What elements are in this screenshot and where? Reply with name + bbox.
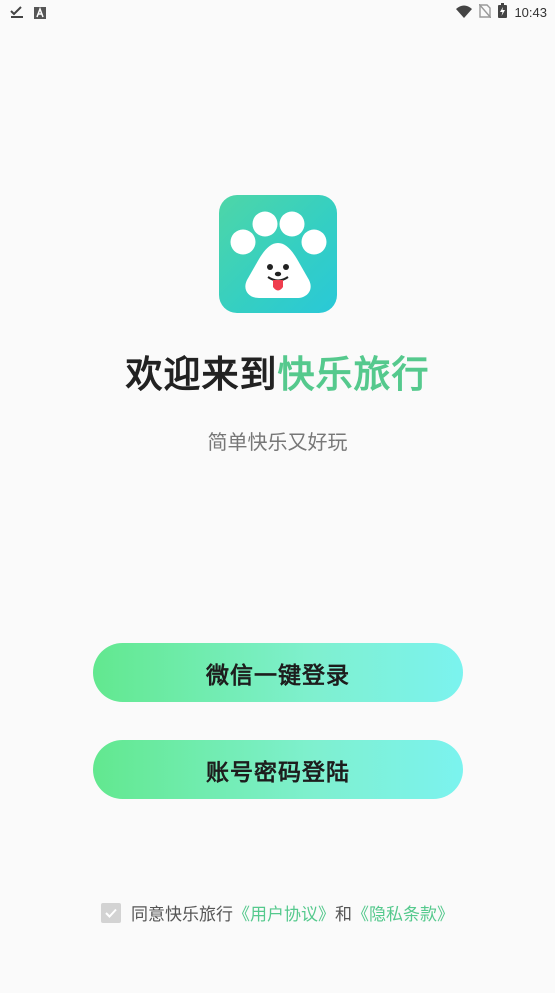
agreement-checkbox[interactable]	[101, 902, 121, 923]
agreement-prefix: 同意快乐旅行	[131, 905, 233, 925]
welcome-title: 欢迎来到快乐旅行	[0, 344, 555, 398]
wechat-login-button[interactable]: 微信一键登录	[93, 643, 463, 702]
paw-dog-icon	[230, 211, 327, 298]
battery-icon	[498, 3, 508, 22]
wifi-icon	[456, 3, 473, 22]
privacy-policy-link[interactable]: 《隐私条款》	[352, 900, 454, 925]
check-icon	[105, 908, 117, 918]
agreement-conjunction: 和	[335, 905, 352, 925]
welcome-prefix: 欢迎来到	[125, 353, 278, 396]
no-sim-icon	[478, 3, 492, 22]
status-time: 10:43	[514, 5, 547, 20]
tagline: 简单快乐又好玩	[207, 430, 348, 454]
agreement-row: 同意快乐旅行 《用户协议》 和 《隐私条款》	[0, 900, 555, 925]
login-screen: 10:43 欢迎来到快乐旅行 简单快乐又好玩 微信一键登录 账号密码登陆 同意快…	[0, 0, 555, 993]
status-bar: 10:43	[0, 0, 555, 24]
user-agreement-link[interactable]: 《用户协议》	[233, 900, 335, 925]
text-a-icon	[34, 4, 46, 23]
app-logo	[219, 195, 337, 313]
app-name: 快乐旅行	[277, 353, 430, 396]
download-done-icon	[10, 4, 24, 23]
account-password-login-button[interactable]: 账号密码登陆	[93, 740, 463, 799]
